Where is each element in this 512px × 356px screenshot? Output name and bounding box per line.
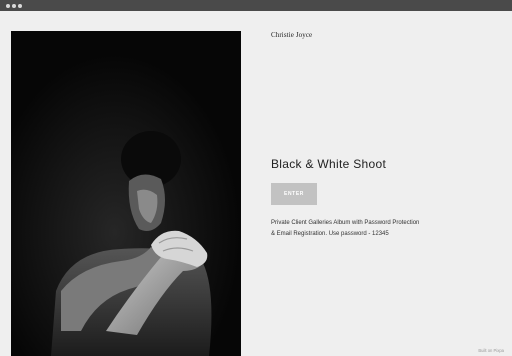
description-line: & Email Registration. Use password - 123… (271, 231, 389, 237)
page: Christie Joyce Black & White Shoot ENTER… (0, 11, 512, 356)
browser-title-bar (0, 0, 512, 11)
window-dot-icon[interactable] (18, 3, 22, 8)
built-on-link[interactable]: Built on Pixpa (478, 348, 504, 353)
album-description: Private Client Galleries Album with Pass… (271, 218, 471, 240)
portrait-image (11, 31, 241, 356)
cover-photo (11, 31, 241, 356)
window-dot-icon[interactable] (6, 3, 10, 8)
album-title: Black & White Shoot (271, 157, 387, 171)
description-line: Private Client Galleries Album with Pass… (271, 220, 420, 226)
enter-button[interactable]: ENTER (271, 183, 317, 205)
site-brand[interactable]: Christie Joyce (271, 31, 312, 39)
window-dot-icon[interactable] (12, 3, 16, 8)
